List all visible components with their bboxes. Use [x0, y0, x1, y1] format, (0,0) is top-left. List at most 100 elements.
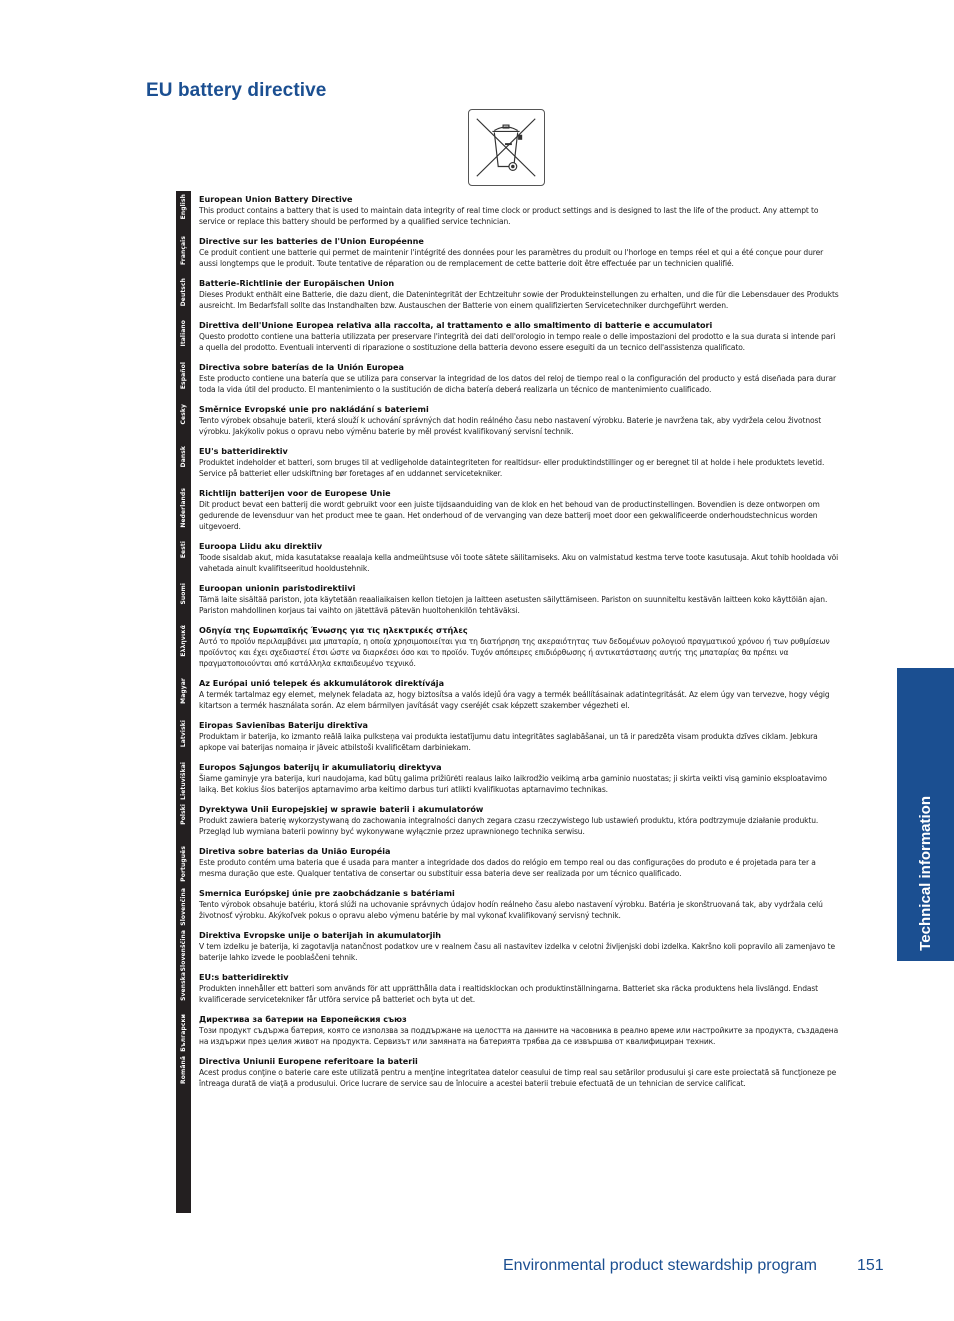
section-body: Smernica Európskej únie pre zaobchádzani…	[199, 888, 840, 921]
section-body: Europos Sąjungos baterijų ir akumuliator…	[199, 762, 840, 795]
section-body: Οδηγία της Ευρωπαϊκής Ένωσης για τις ηλε…	[199, 625, 840, 669]
section-body: Batterie-Richtlinie der Europäischen Uni…	[199, 278, 840, 311]
section-heading: European Union Battery Directive	[199, 194, 353, 204]
directive-sections: English European Union Battery Directive T…	[176, 194, 840, 1098]
section-heading: Az Európai unió telepek és akkumulátorok…	[199, 678, 445, 688]
language-label-text: Eesti	[180, 541, 187, 559]
language-label: Nederlands	[176, 488, 191, 528]
section-body: Directiva Uniunii Europene referitoare l…	[199, 1056, 840, 1089]
language-label: Svenska	[176, 972, 191, 1001]
language-label: Latviski	[176, 720, 191, 747]
directive-section: Suomi Euroopan unionin paristodirektiivi T…	[176, 583, 840, 616]
section-heading: EU's batteridirektiv	[199, 446, 288, 456]
language-label-text: Slovenščina	[180, 930, 187, 972]
section-text: Αυτό το προϊόν περιλαμβάνει μια μπαταρία…	[199, 637, 830, 668]
language-label-text: Magyar	[180, 678, 187, 704]
section-heading: Smernica Európskej únie pre zaobchádzani…	[199, 888, 455, 898]
language-label: English	[176, 194, 191, 219]
section-body: Richtlijn batterijen voor de Europese Un…	[199, 488, 840, 532]
section-body: Az Európai unió telepek és akkumulátorok…	[199, 678, 840, 711]
language-label-text: Svenska	[180, 972, 187, 1001]
language-label: Česky	[176, 404, 191, 424]
section-body: Euroopa Liidu aku direktiiv Toode sisalda…	[199, 541, 840, 574]
directive-section: Polski Dyrektywa Unii Europejskiej w spra…	[176, 804, 840, 837]
directive-section: Deutsch Batterie-Richtlinie der Europäisc…	[176, 278, 840, 311]
language-label-text: English	[180, 194, 187, 220]
directive-section: Ελληνικά Οδηγία της Ευρωπαϊκής Ένωσης για…	[176, 625, 840, 669]
side-tab-label: Technical information	[917, 796, 934, 951]
section-heading: Euroopa Liidu aku direktiiv	[199, 541, 323, 551]
section-text: Questo prodotto contiene una batteria ut…	[199, 332, 836, 352]
footer-section-title: Environmental product stewardship progra…	[503, 1257, 817, 1274]
section-body: EU's batteridirektiv Produktet indeholder…	[199, 446, 840, 479]
section-heading: Direktiva Evropske unije o baterijah in …	[199, 930, 442, 940]
language-label-text: Latviski	[180, 720, 187, 748]
language-label: Română	[176, 1056, 191, 1084]
section-text: Produktet indeholder et batteri, som bru…	[199, 458, 825, 478]
language-label: Italiano	[176, 320, 191, 347]
language-label: Magyar	[176, 678, 191, 704]
section-heading: Batterie-Richtlinie der Europäischen Uni…	[199, 278, 395, 288]
section-text: Dieses Produkt enthält eine Batterie, di…	[199, 290, 839, 310]
section-body: Dyrektywa Unii Europejskiej w sprawie ba…	[199, 804, 840, 837]
section-body: Directiva sobre baterías de la Unión Eur…	[199, 362, 840, 395]
section-text: V tem izdelku je baterija, ki zagotavlja…	[199, 942, 835, 962]
section-heading: EU:s batteridirektiv	[199, 972, 289, 982]
section-heading: Eiropas Savienības Bateriju direktīva	[199, 720, 368, 730]
language-label: Slovenščina	[176, 930, 191, 971]
language-label-text: Español	[180, 362, 187, 390]
directive-section: Français Directive sur les batteries de l…	[176, 236, 840, 269]
section-text: Dit product bevat een batterij die wordt…	[199, 500, 820, 531]
directive-section: Eesti Euroopa Liidu aku direktiiv Toode si…	[176, 541, 840, 574]
crossed-out-wheelie-bin-icon	[468, 109, 545, 186]
section-text: A termék tartalmaz egy elemet, melynek f…	[199, 690, 830, 710]
directive-section: Česky Směrnice Evropské unie pro nakládán…	[176, 404, 840, 437]
section-heading: Direttiva dell'Unione Europea relativa a…	[199, 320, 713, 330]
directive-section: Magyar Az Európai unió telepek és akkumul…	[176, 678, 840, 711]
directive-section: Español Directiva sobre baterías de la Un…	[176, 362, 840, 395]
directive-section: Latviski Eiropas Savienības Bateriju dire…	[176, 720, 840, 753]
directive-section: Nederlands Richtlijn batterijen voor de E…	[176, 488, 840, 532]
language-label-text: Français	[180, 236, 187, 266]
directive-section: Slovenčina Smernica Európskej únie pre za…	[176, 888, 840, 926]
section-text: Šiame gaminyje yra baterija, kuri naudoj…	[199, 774, 827, 794]
section-body: EU:s batteridirektiv Produkten innehåller…	[199, 972, 840, 1005]
section-body: Eiropas Savienības Bateriju direktīva Pro…	[199, 720, 840, 753]
language-label: Polski	[176, 804, 191, 825]
section-heading: Directiva sobre baterías de la Unión Eur…	[199, 362, 404, 372]
language-label: Ελληνικά	[176, 625, 191, 657]
language-label-text: Română	[180, 1056, 187, 1084]
section-text: Този продукт съдържа батерия, която се и…	[199, 1026, 839, 1046]
directive-section: Slovenščina Direktiva Evropske unije o ba…	[176, 930, 840, 971]
page-title: EU battery directive	[146, 80, 327, 101]
section-body: Euroopan unionin paristodirektiivi Tämä l…	[199, 583, 840, 616]
language-label-text: Dansk	[180, 446, 187, 468]
section-heading: Diretiva sobre baterias da União Européi…	[199, 846, 391, 856]
section-body: Směrnice Evropské unie pro nakládání s b…	[199, 404, 840, 437]
section-heading: Richtlijn batterijen voor de Europese Un…	[199, 488, 391, 498]
language-label-text: Česky	[180, 404, 187, 425]
language-label-text: Ελληνικά	[180, 625, 187, 657]
section-text: Produktam ir baterija, ko izmanto reālā …	[199, 732, 818, 752]
language-label: Português	[176, 846, 191, 882]
directive-section: Svenska EU:s batteridirektiv Produkten inn…	[176, 972, 840, 1005]
section-heading: Директива за батерии на Европейския съюз	[199, 1014, 407, 1024]
section-text: Toode sisaldab akut, mida kasutatakse re…	[199, 553, 839, 573]
section-heading: Dyrektywa Unii Europejskiej w sprawie ba…	[199, 804, 484, 814]
section-text: Tento výrobek obsahuje baterii, která sl…	[199, 416, 822, 436]
section-heading: Euroopan unionin paristodirektiivi	[199, 583, 356, 593]
section-text: This product contains a battery that is …	[199, 206, 819, 226]
section-text: Este producto contiene una batería que s…	[199, 374, 836, 394]
directive-section: Lietuviškai Europos Sąjungos baterijų ir …	[176, 762, 840, 800]
language-label-text: Български	[180, 1014, 187, 1052]
language-label-text: Slovenčina	[180, 888, 187, 926]
directive-section: Română Directiva Uniunii Europene referit…	[176, 1056, 840, 1089]
language-label-text: Nederlands	[180, 488, 187, 528]
directive-section: Dansk EU's batteridirektiv Produktet indeh…	[176, 446, 840, 479]
section-body: Directive sur les batteries de l'Union E…	[199, 236, 840, 269]
language-label: Eesti	[176, 541, 191, 558]
page-number: 151	[857, 1257, 884, 1274]
section-text: Produkt zawiera baterię wykorzystywaną d…	[199, 816, 819, 836]
section-heading: Οδηγία της Ευρωπαϊκής Ένωσης για τις ηλε…	[199, 625, 468, 635]
section-body: Direttiva dell'Unione Europea relativa a…	[199, 320, 840, 353]
